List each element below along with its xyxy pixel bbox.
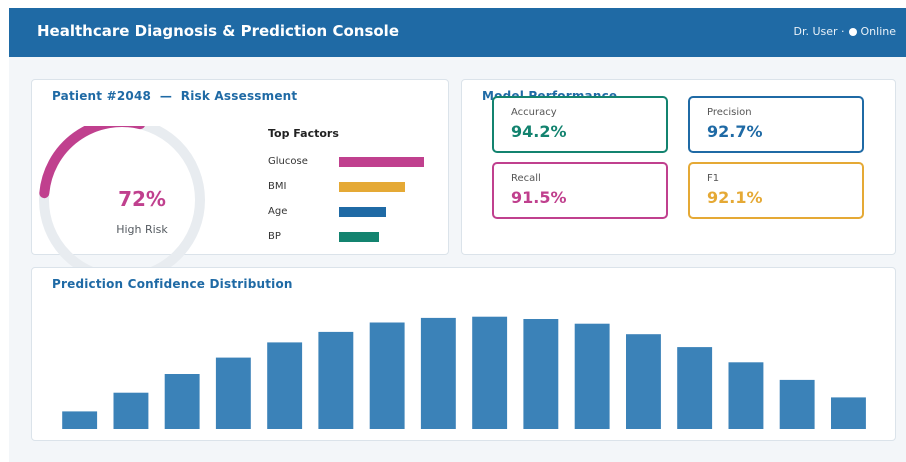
distribution-bar — [164, 374, 200, 429]
metric-accuracy[interactable]: Accuracy 94.2% — [492, 96, 668, 153]
factor-bar-bmi — [339, 182, 405, 192]
factor-bar-bp — [339, 232, 379, 242]
metric-label: Precision — [707, 107, 752, 118]
factor-label-bp: BP — [268, 231, 281, 242]
distribution-bar — [318, 331, 354, 429]
distribution-bar — [472, 316, 508, 429]
metric-label: Accuracy — [511, 107, 557, 118]
top-bar: Healthcare Diagnosis & Prediction Consol… — [9, 8, 906, 57]
factor-label-age: Age — [268, 206, 288, 217]
app-title: Healthcare Diagnosis & Prediction Consol… — [37, 22, 399, 40]
risk-gauge-arc — [39, 126, 145, 199]
factor-bar-age — [339, 207, 386, 217]
top-factors-heading: Top Factors — [268, 127, 339, 140]
distribution-bar — [677, 347, 713, 429]
confidence-distribution-chart — [62, 316, 866, 429]
model-performance-card: Model Performance Accuracy 94.2% Precisi… — [461, 79, 896, 255]
factor-bar-glucose — [339, 157, 424, 167]
distribution-bar — [113, 392, 149, 429]
distribution-bar — [523, 319, 559, 429]
distribution-bar — [779, 379, 815, 429]
distribution-bar — [369, 322, 405, 429]
distribution-bar — [728, 362, 764, 429]
metric-recall[interactable]: Recall 91.5% — [492, 162, 668, 219]
patient-risk-card: Patient #2048 — Risk Assessment 72% High… — [31, 79, 449, 276]
factor-label-glucose: Glucose — [268, 156, 308, 167]
user-status[interactable]: Dr. User · Online — [793, 25, 896, 38]
app-window: Healthcare Diagnosis & Prediction Consol… — [9, 8, 906, 462]
distribution-bar — [831, 397, 866, 429]
online-status-icon — [848, 27, 857, 36]
distribution-bar — [215, 357, 251, 429]
factor-label-bmi: BMI — [268, 181, 287, 192]
risk-level-label: High Risk — [116, 223, 168, 236]
patient-card-title: Patient #2048 — Risk Assessment — [52, 89, 298, 103]
user-name: Dr. User · — [793, 25, 845, 38]
metric-value: 94.2% — [511, 122, 567, 141]
metric-value: 92.7% — [707, 122, 763, 141]
metric-f1[interactable]: F1 92.1% — [688, 162, 864, 219]
metric-label: F1 — [707, 173, 720, 184]
confidence-distribution-card: Prediction Confidence Distribution — [31, 267, 896, 441]
distribution-bar — [626, 334, 661, 429]
metric-value: 92.1% — [707, 188, 763, 207]
distribution-bar — [62, 411, 98, 429]
metric-label: Recall — [511, 173, 541, 184]
distribution-bar — [420, 317, 456, 429]
risk-percentage: 72% — [118, 187, 166, 211]
metric-precision[interactable]: Precision 92.7% — [688, 96, 864, 153]
distribution-bar — [267, 342, 303, 429]
distribution-bar — [574, 323, 610, 429]
status-text: Online — [860, 25, 896, 38]
metric-value: 91.5% — [511, 188, 567, 207]
